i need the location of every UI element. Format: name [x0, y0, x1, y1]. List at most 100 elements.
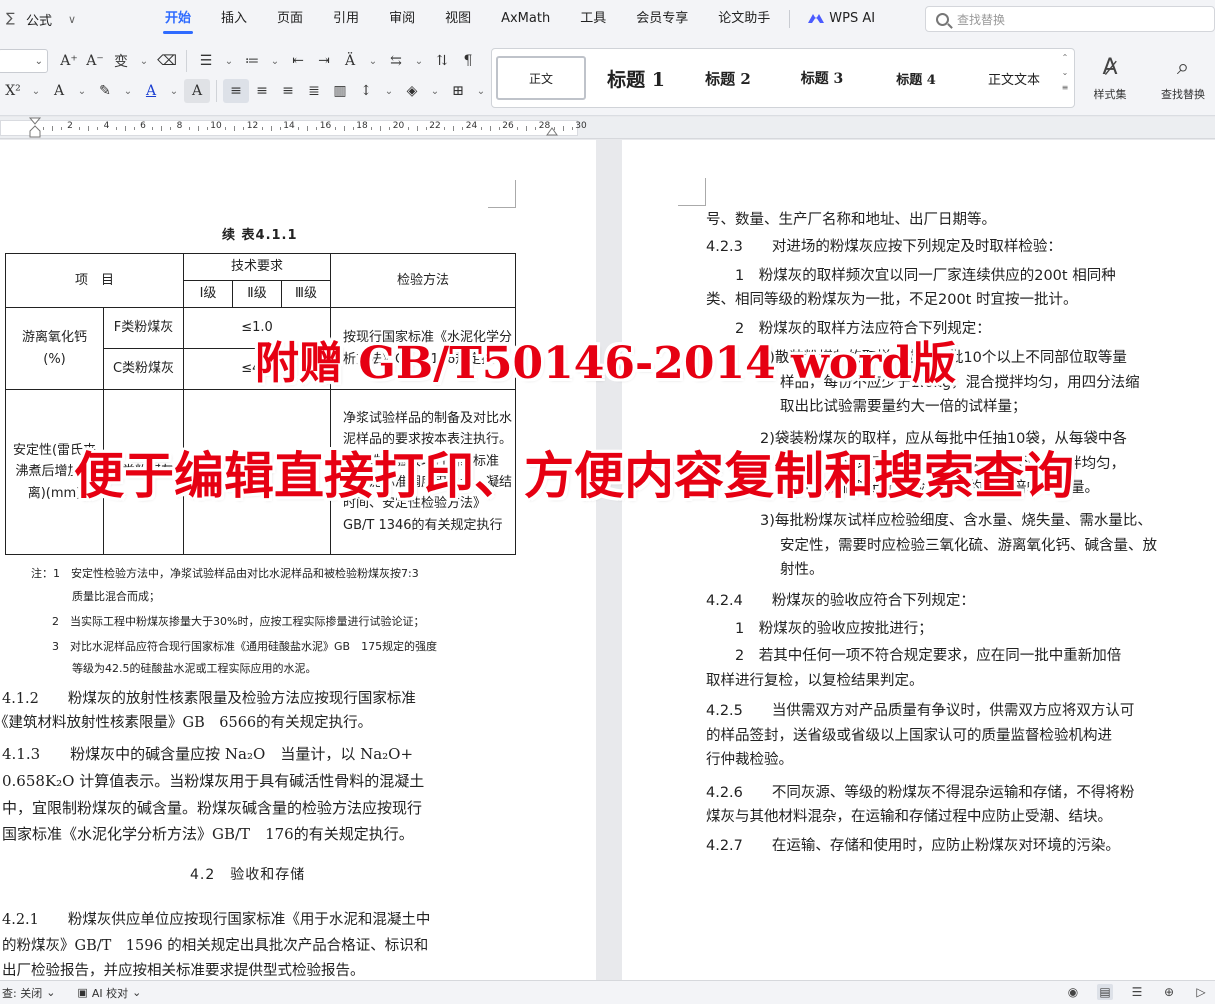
align-left-icon[interactable]: ≡: [223, 79, 249, 103]
style-heading-1[interactable]: 标题 1: [590, 50, 682, 106]
chevron-down-icon[interactable]: ⌄: [363, 49, 383, 73]
paragraph-line: 类、相同等级的粉煤灰为一批，不足200t 时宜按一批计。: [706, 292, 1078, 308]
tab-review[interactable]: 审阅: [374, 0, 430, 38]
justify-icon[interactable]: ≣: [301, 79, 327, 103]
align-center-icon[interactable]: ≡: [249, 79, 275, 103]
web-view-icon[interactable]: ⊕: [1161, 984, 1177, 1000]
style-body-text[interactable]: 正文文本: [962, 50, 1066, 106]
table-note: 注：1 安定性检验方法中，净浆试验样品由对比水泥样品和被检验粉煤灰按7:3: [31, 567, 419, 580]
ai-proofread-label: AI 校对: [91, 986, 129, 1000]
bullet-list-icon[interactable]: ☰: [193, 49, 219, 73]
ruler-tick: [380, 126, 382, 131]
chevron-down-icon[interactable]: ⌄: [118, 79, 138, 103]
gallery-scroll[interactable]: ⌃ ⌄ ≡: [1060, 53, 1070, 92]
document-page-left[interactable]: 续 表4.1.1 项 目 技术要求 检验方法 I级 Ⅱ级 Ⅲ级 游离氧化钙 (%…: [0, 140, 596, 980]
ruler-tick: [88, 126, 90, 131]
tab-references[interactable]: 引用: [318, 0, 374, 38]
tab-tools[interactable]: 工具: [565, 0, 621, 38]
chevron-down-icon: ∨: [68, 12, 77, 26]
ruler-tick: [115, 127, 117, 130]
show-marks-icon[interactable]: ¶: [455, 49, 481, 73]
search-input[interactable]: 查找替换: [925, 6, 1215, 32]
search-icon: [936, 12, 949, 26]
ruler-tick: [152, 127, 154, 130]
find-icon: ⌕: [1176, 55, 1190, 80]
ai-proofread-icon: ▣: [77, 986, 88, 999]
tab-axmath[interactable]: AxMath: [486, 0, 565, 38]
align-right-icon[interactable]: ≡: [275, 79, 301, 103]
chevron-up-icon[interactable]: ⌃: [1062, 53, 1069, 62]
chevron-down-icon[interactable]: ⌄: [471, 79, 491, 103]
sort-icon[interactable]: ⇅: [429, 49, 455, 73]
ruler-label: 18: [356, 121, 368, 131]
chevron-down-icon[interactable]: ⌄: [72, 79, 92, 103]
tab-view[interactable]: 视图: [430, 0, 486, 38]
style-heading-3[interactable]: 标题 3: [774, 50, 870, 106]
chevron-down-icon[interactable]: ⌄: [26, 79, 46, 103]
paragraph-line: 4.2.5 当供需双方对产品质量有争议时，供需双方应将双方认可: [706, 703, 1135, 719]
font-size-select[interactable]: ⌄: [0, 49, 48, 73]
numbered-list-icon[interactable]: ≔: [239, 49, 265, 73]
chevron-down-icon[interactable]: ⌄: [425, 79, 445, 103]
find-replace-label: 查找替换: [1161, 88, 1205, 101]
paragraph-line: 1 粉煤灰的验收应按批进行；: [706, 621, 933, 637]
style-heading-4[interactable]: 标题 4: [870, 50, 962, 106]
chevron-down-icon: ⌄: [34, 55, 43, 67]
grow-font-icon[interactable]: A⁺: [56, 49, 82, 73]
outline-view-icon[interactable]: ☰: [1129, 984, 1145, 1000]
tab-member[interactable]: 会员专享: [621, 0, 703, 38]
ruler-label: 28: [538, 121, 551, 131]
chinese-layout-icon[interactable]: Ä: [337, 49, 363, 73]
style-set-button[interactable]: A̷ 样式集: [1078, 48, 1142, 108]
font-color-icon[interactable]: A: [138, 79, 164, 103]
tab-page[interactable]: 页面: [262, 0, 318, 38]
ruler-tick: [170, 127, 172, 130]
play-icon[interactable]: ▷: [1193, 984, 1209, 1000]
style-heading-2[interactable]: 标题 2: [682, 50, 774, 106]
ai-proofread-button[interactable]: ▣ AI 校对 ⌄: [75, 985, 151, 1001]
superscript-icon[interactable]: X²: [0, 79, 26, 103]
formula-menu[interactable]: ∑ 公式 ∨: [0, 10, 150, 29]
shrink-font-icon[interactable]: A⁻: [82, 49, 108, 73]
chevron-down-icon[interactable]: ⌄: [219, 49, 239, 73]
distributed-align-icon[interactable]: ▥: [327, 79, 353, 103]
char-shading-icon[interactable]: A: [184, 79, 210, 103]
tab-paper-assistant[interactable]: 论文助手: [703, 0, 785, 38]
line-spacing-icon[interactable]: ↕: [353, 79, 379, 103]
highlight-icon[interactable]: ✎: [92, 79, 118, 103]
chevron-down-icon[interactable]: ⌄: [134, 49, 154, 73]
expand-icon[interactable]: ≡: [1062, 83, 1069, 92]
text-effect-icon[interactable]: A: [46, 79, 72, 103]
ruler-tick: [416, 126, 418, 131]
phonetic-guide-icon[interactable]: 变: [108, 49, 134, 73]
increase-indent-icon[interactable]: ⇥: [311, 49, 337, 73]
menu-divider: [789, 10, 791, 28]
text-direction-icon[interactable]: ⇆: [383, 49, 409, 73]
chevron-down-icon[interactable]: ⌄: [409, 49, 429, 73]
style-normal[interactable]: 正文: [496, 56, 586, 100]
horizontal-ruler[interactable]: 2 4 6 8 10 12 14 16 18 20 22 24 26 28 30: [0, 117, 1215, 139]
paragraph-line: 中，宜限制粉煤灰的碱含量。粉煤灰碱含量的检验方法应按现行: [2, 799, 423, 817]
find-replace-button[interactable]: ⌕ 查找替换: [1151, 48, 1215, 108]
borders-icon[interactable]: ⊞: [445, 79, 471, 103]
decrease-indent-icon[interactable]: ⇤: [285, 49, 311, 73]
indent-marker-icon[interactable]: [27, 117, 43, 139]
chevron-down-icon[interactable]: ⌄: [1062, 68, 1069, 77]
chevron-down-icon[interactable]: ⌄: [265, 49, 285, 73]
eye-icon[interactable]: ◉: [1065, 984, 1081, 1000]
chevron-down-icon[interactable]: ⌄: [164, 79, 184, 103]
paragraph-line: 4.2.1 粉煤灰供应单位应按现行国家标准《用于水泥和混凝土中: [2, 912, 431, 928]
page-view-icon[interactable]: ▤: [1097, 984, 1113, 1000]
clear-format-icon[interactable]: ⌫: [154, 49, 180, 73]
paragraph-line: 取出比试验需要量约大一倍的试样量；: [780, 399, 1027, 415]
table-cell-c-class: C类粉煤灰: [103, 348, 184, 390]
wps-ai-button[interactable]: WPS AI: [794, 0, 889, 38]
ruler-tick: [480, 127, 482, 130]
tab-insert[interactable]: 插入: [206, 0, 262, 38]
tab-home[interactable]: 开始: [150, 0, 206, 38]
proofread-toggle[interactable]: 查: 关闭 ⌄: [0, 985, 65, 1001]
paragraph-shading-icon[interactable]: ◈: [399, 79, 425, 103]
chevron-down-icon[interactable]: ⌄: [379, 79, 399, 103]
style-set-icon: A̷: [1102, 55, 1118, 80]
document-page-right[interactable]: 号、数量、生产厂名称和地址、出厂日期等。 4.2.3 对进场的粉煤灰应按下列规定…: [622, 140, 1215, 980]
